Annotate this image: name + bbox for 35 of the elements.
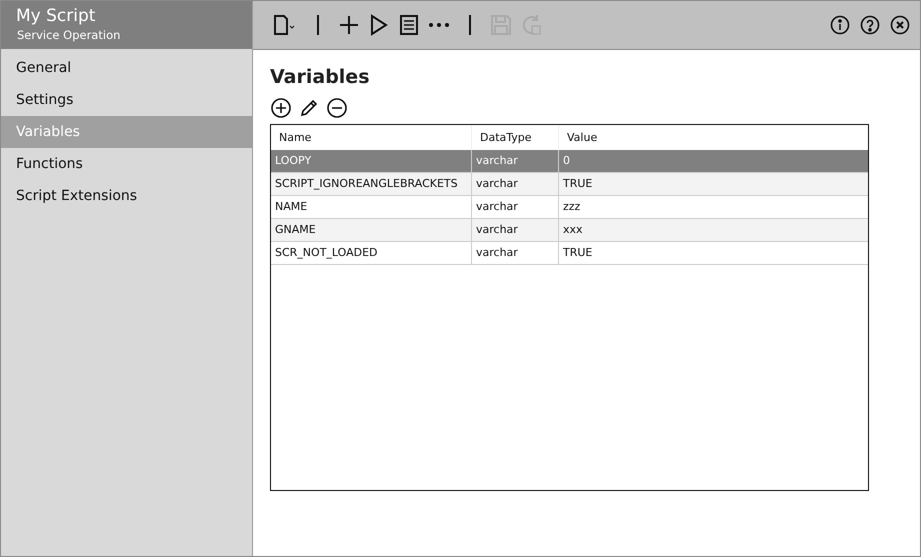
info-icon[interactable] (830, 15, 850, 35)
pencil-icon[interactable] (298, 97, 320, 119)
table-cell: varchar (472, 219, 559, 241)
sidebar-item[interactable]: Functions (1, 148, 252, 180)
page-title: Variables (270, 66, 370, 88)
help-icon[interactable] (860, 15, 880, 35)
table-row[interactable]: SCRIPT_IGNOREANGLEBRACKETS varchar TRUE (271, 173, 868, 196)
plus-icon[interactable] (270, 97, 292, 119)
table-row[interactable]: SCR_NOT_LOADED varchar TRUE (271, 242, 868, 265)
sidebar-item[interactable]: General (1, 52, 252, 84)
table-cell: GNAME (271, 219, 472, 241)
table-cell-text: 0 (562, 153, 571, 169)
table-cell: LOOPY (271, 150, 472, 172)
table-cell-text: zzz (562, 199, 582, 215)
sidebar-item[interactable]: Settings (1, 84, 252, 116)
column-header[interactable]: Value (559, 125, 868, 150)
list-icon[interactable] (397, 13, 421, 37)
plus-icon[interactable] (337, 13, 361, 37)
table-cell: varchar (472, 173, 559, 195)
table-cell-text: xxx (562, 222, 584, 238)
script-title: My Script (16, 5, 96, 27)
script-subtitle: Service Operation (16, 27, 122, 43)
sidebar-item[interactable]: Script Extensions (1, 180, 252, 212)
table-cell: SCR_NOT_LOADED (271, 242, 472, 264)
table-cell: varchar (472, 196, 559, 218)
table-cell: varchar (472, 150, 559, 172)
table-row[interactable]: LOOPY varchar 0 (271, 150, 868, 173)
table-cell-text: TRUE (562, 245, 594, 261)
minus-circle-icon[interactable] (326, 97, 348, 119)
table-cell: NAME (271, 196, 472, 218)
table-cell: SCRIPT_IGNOREANGLEBRACKETS (271, 173, 472, 195)
table-cell: varchar (472, 242, 559, 264)
close-icon[interactable] (890, 15, 910, 35)
table-row[interactable]: GNAME varchar xxx (271, 219, 868, 242)
table-cell-text: TRUE (562, 176, 594, 192)
